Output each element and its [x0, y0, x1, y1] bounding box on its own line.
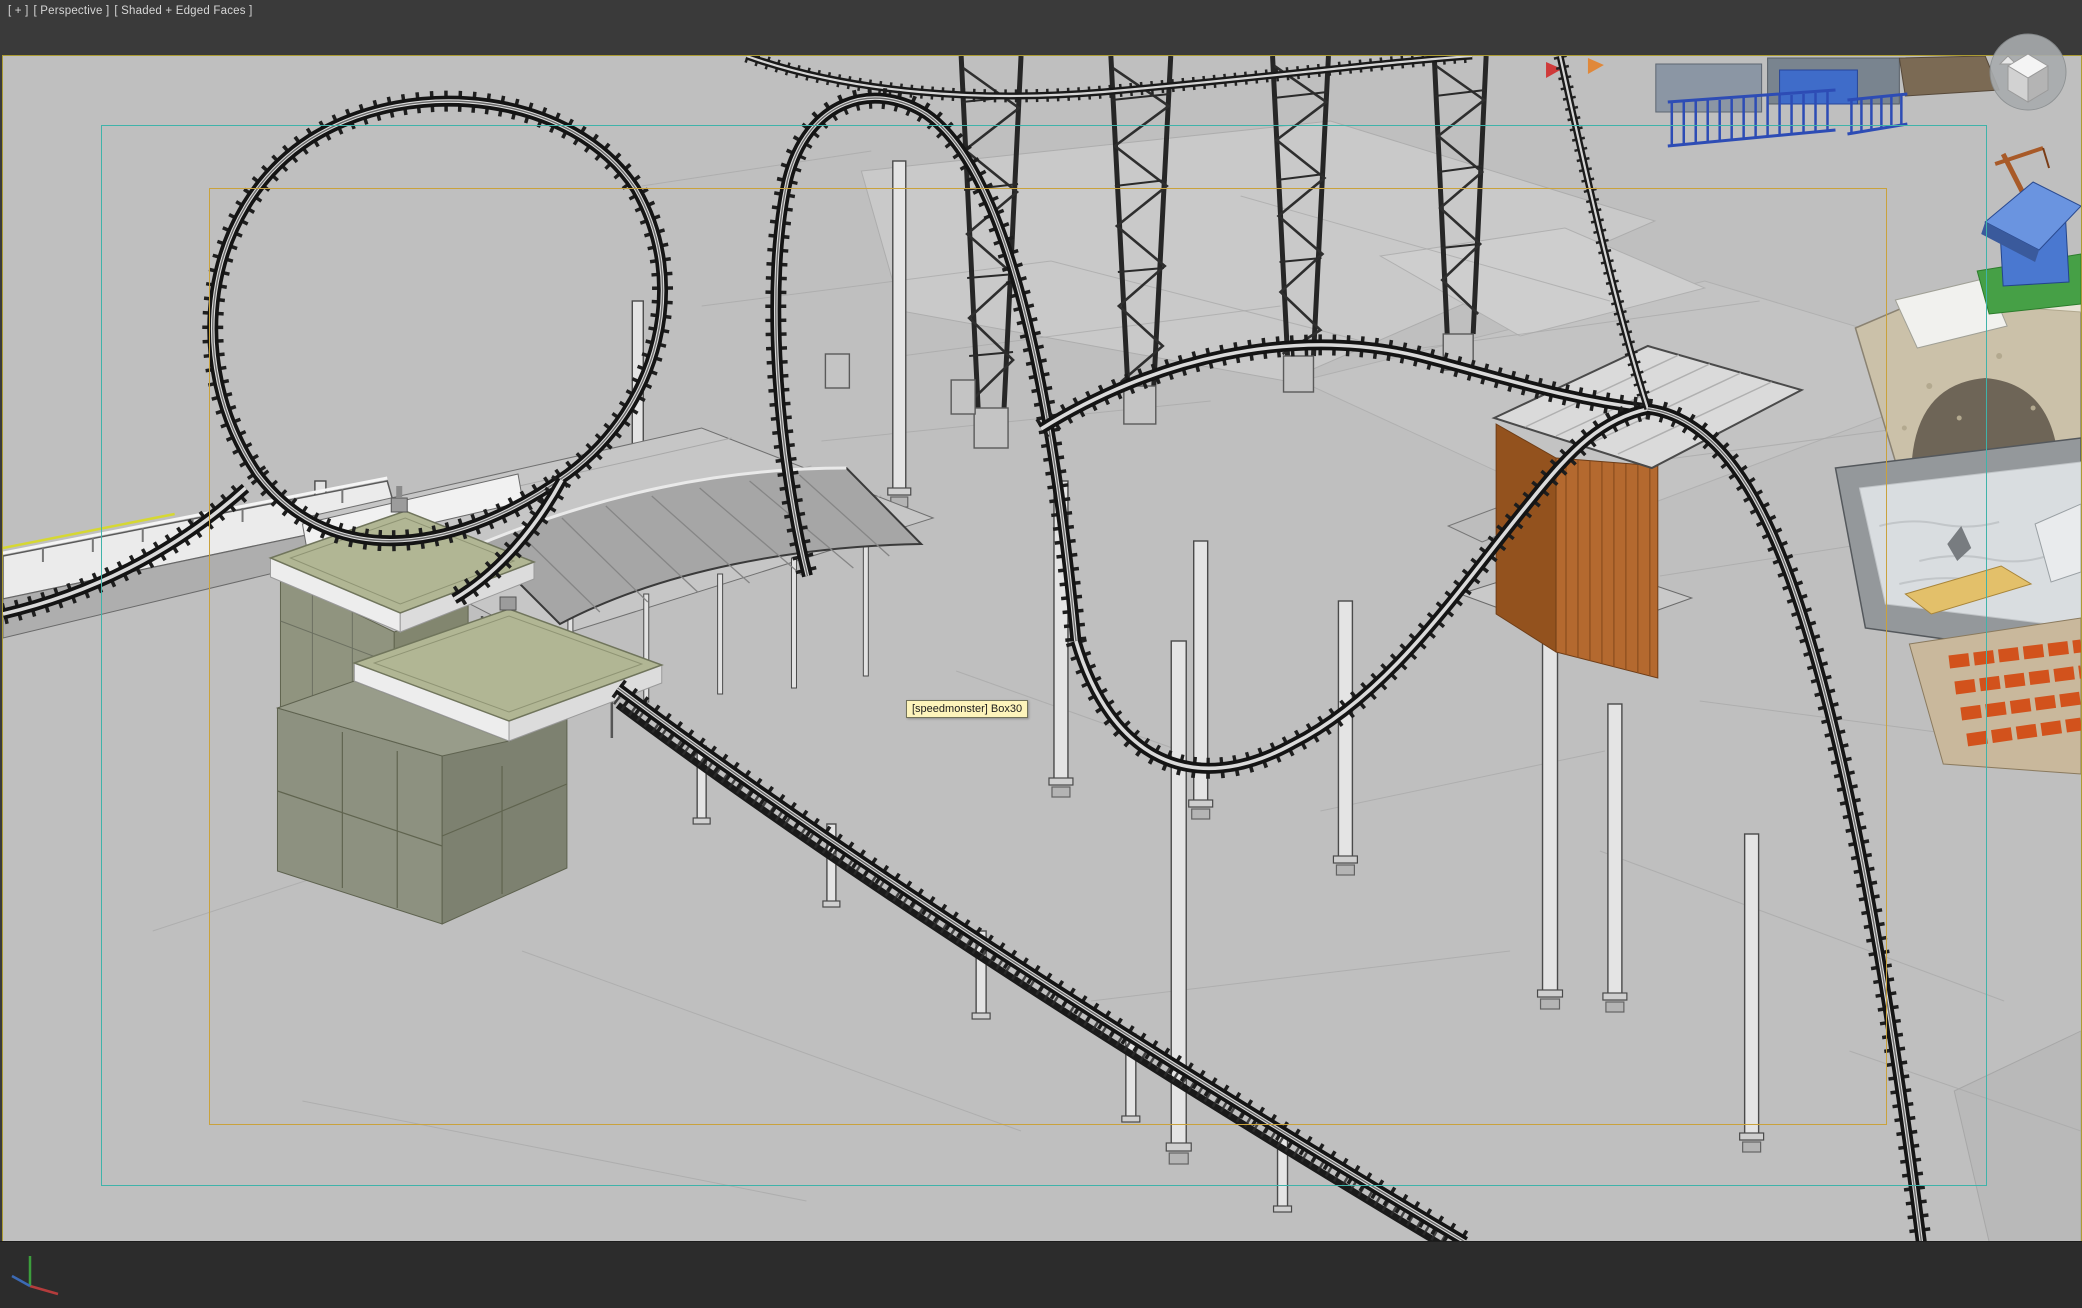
top-strip: [ + ] [ Perspective ] [ Shaded + Edged Fac…	[0, 0, 2082, 55]
viewport-pov-menu[interactable]: [ Perspective ]	[34, 5, 110, 17]
scene-3d[interactable]	[3, 56, 2081, 1242]
viewport-menus: [ + ] [ Perspective ] [ Shaded + Edged Fac…	[8, 5, 257, 17]
status-strip	[0, 1241, 2082, 1308]
viewport-general-menu[interactable]: [ + ]	[8, 5, 29, 17]
perspective-viewport[interactable]: [speedmonster] Box30	[2, 55, 2082, 1243]
background-buildings[interactable]	[1546, 56, 2000, 113]
object-tooltip: [speedmonster] Box30	[906, 700, 1029, 718]
3dsmax-window: { "viewport": { "menus": ["[ + ]", "[ Pe…	[0, 0, 2082, 1308]
axis-tripod-icon	[11, 1256, 59, 1296]
viewcube-icon[interactable]	[1986, 30, 2070, 114]
viewport-shading-menu[interactable]: [ Shaded + Edged Faces ]	[114, 5, 252, 17]
blue-house[interactable]	[1976, 146, 2081, 315]
